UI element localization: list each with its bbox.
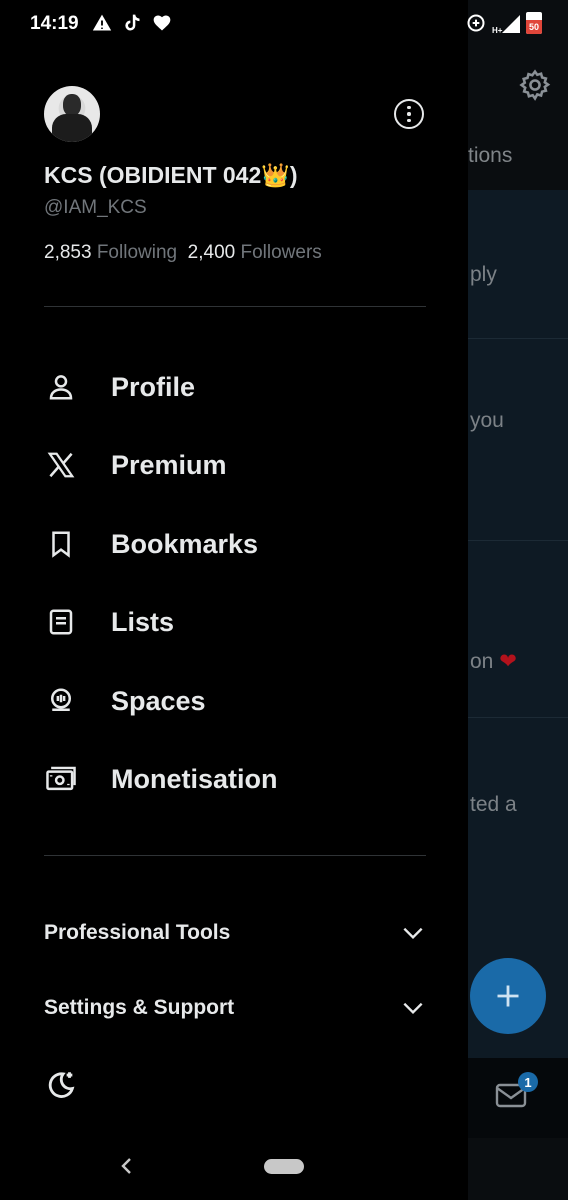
menu-item-spaces[interactable]: Spaces (44, 673, 444, 729)
plus-icon (497, 985, 519, 1007)
x-logo-icon (44, 448, 78, 482)
menu-item-monetisation[interactable]: Monetisation (44, 751, 444, 807)
menu-item-label: Spaces (111, 685, 206, 716)
user-handle: @IAM_KCS (44, 197, 147, 218)
more-options-button[interactable] (394, 99, 424, 129)
chevron-down-icon (403, 927, 423, 940)
row-divider (468, 338, 568, 339)
menu-item-premium[interactable]: Premium (44, 437, 444, 493)
row-text-fragment: ted a (470, 793, 517, 816)
row-divider (468, 717, 568, 718)
row-text-fragment: on ❤ (470, 649, 517, 674)
avatar[interactable] (44, 86, 100, 142)
battery-level: 50 (526, 20, 542, 34)
heart-emoji-icon: ❤ (499, 650, 517, 673)
money-icon (44, 762, 78, 796)
section-settings-support[interactable]: Settings & Support (44, 988, 426, 1028)
divider (44, 306, 426, 307)
warning-icon (92, 14, 112, 31)
following-label: Following (96, 242, 178, 263)
signal-icon: H+ (492, 15, 520, 35)
notifications-tab-fragment[interactable]: tions (468, 144, 512, 168)
spaces-icon (44, 684, 78, 718)
nav-home-pill[interactable] (264, 1159, 304, 1174)
following-count: 2,853 (44, 242, 92, 263)
row-text-fragment: you (470, 409, 504, 432)
row-text-fragment: ply (470, 263, 497, 286)
row-text: on (470, 650, 494, 673)
nav-back-icon[interactable] (116, 1154, 138, 1178)
follow-counts: 2,853 Following 2,400 Followers (44, 242, 322, 264)
followers-label: Followers (240, 242, 322, 263)
divider (44, 855, 426, 856)
section-label: Professional Tools (44, 921, 231, 944)
moon-icon[interactable] (44, 1068, 78, 1102)
followers-count: 2,400 (187, 242, 236, 263)
person-icon (44, 370, 78, 404)
menu-item-label: Profile (111, 371, 196, 402)
battery-icon: 50 (526, 12, 542, 34)
menu-item-bookmarks[interactable]: Bookmarks (44, 516, 444, 572)
menu-item-label: Lists (111, 606, 175, 637)
followers-link[interactable]: 2,400 Followers (188, 242, 322, 263)
bookmark-icon (44, 527, 78, 561)
status-bar: 14:19 H+ 50 (0, 0, 568, 48)
menu-item-profile[interactable]: Profile (44, 359, 444, 415)
list-icon (44, 605, 78, 639)
svg-text:H+: H+ (492, 26, 503, 35)
heart-icon (153, 15, 171, 31)
navigation-drawer: KCS (OBIDIENT 042👑) @IAM_KCS 2,853 Follo… (0, 0, 468, 1200)
display-name[interactable]: KCS (OBIDIENT 042👑) (44, 162, 298, 189)
data-saver-icon (467, 14, 485, 32)
row-divider (468, 540, 568, 541)
status-time: 14:19 (30, 13, 79, 34)
menu-item-label: Premium (111, 449, 227, 480)
compose-fab-button[interactable] (470, 958, 546, 1034)
settings-gear-icon[interactable] (518, 68, 552, 102)
menu-item-lists[interactable]: Lists (44, 594, 444, 650)
notifications-panel (468, 190, 568, 1058)
section-professional-tools[interactable]: Professional Tools (44, 913, 426, 953)
chevron-down-icon (403, 1002, 423, 1015)
messages-badge: 1 (518, 1072, 538, 1092)
menu-item-label: Monetisation (111, 763, 278, 794)
tiktok-icon (125, 14, 140, 31)
following-link[interactable]: 2,853 Following (44, 242, 177, 263)
section-label: Settings & Support (44, 996, 235, 1019)
menu-item-label: Bookmarks (111, 528, 259, 559)
